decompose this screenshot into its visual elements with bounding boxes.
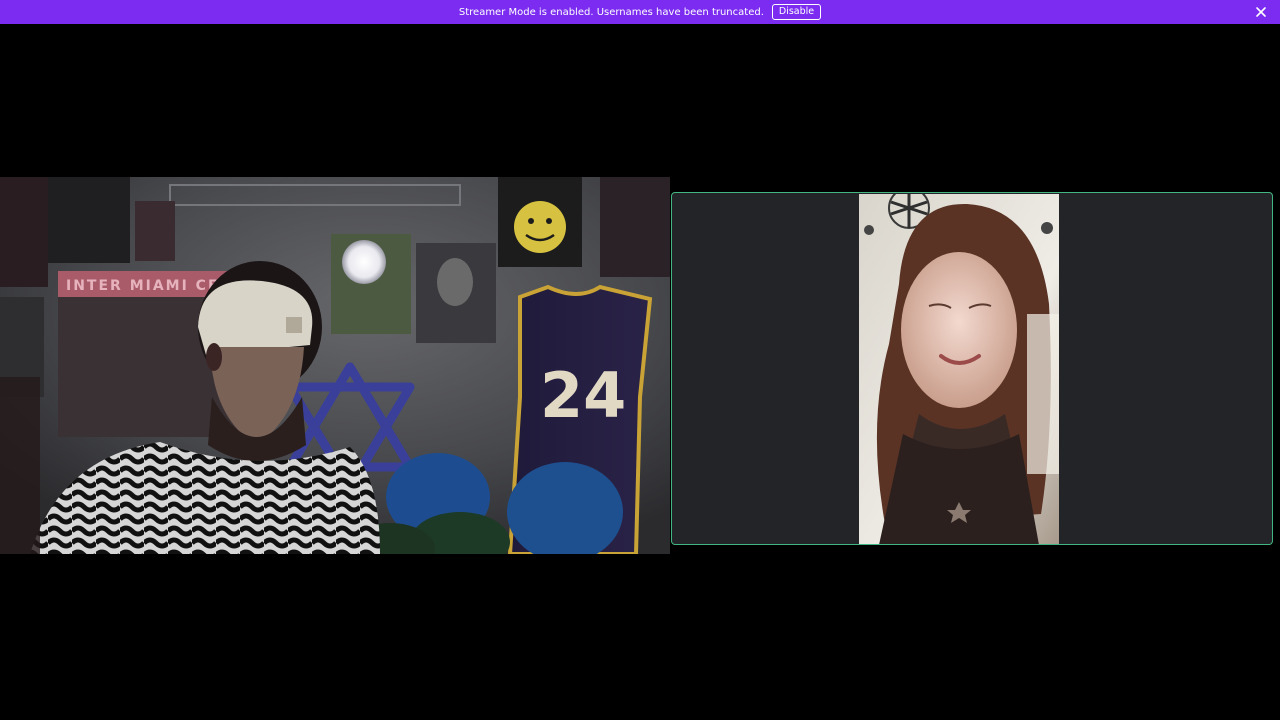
call-stage: INTER MIAMI CF 24 bbox=[0, 24, 1280, 720]
participant-video-left: INTER MIAMI CF 24 bbox=[0, 177, 670, 554]
participant-video-right bbox=[859, 194, 1059, 544]
streamer-mode-message: Streamer Mode is enabled. Usernames have… bbox=[458, 6, 764, 18]
close-icon[interactable] bbox=[1254, 5, 1268, 19]
streamer-mode-banner: Streamer Mode is enabled. Usernames have… bbox=[0, 0, 1280, 24]
disable-streamer-mode-button[interactable]: Disable bbox=[771, 4, 822, 20]
participant-video-right-image bbox=[859, 194, 1059, 544]
svg-text:INTER MIAMI CF: INTER MIAMI CF bbox=[66, 278, 220, 294]
participant-video-tile-right[interactable] bbox=[671, 192, 1273, 545]
participant-video-tile-left[interactable]: INTER MIAMI CF 24 bbox=[0, 177, 670, 554]
svg-text:24: 24 bbox=[540, 359, 626, 432]
